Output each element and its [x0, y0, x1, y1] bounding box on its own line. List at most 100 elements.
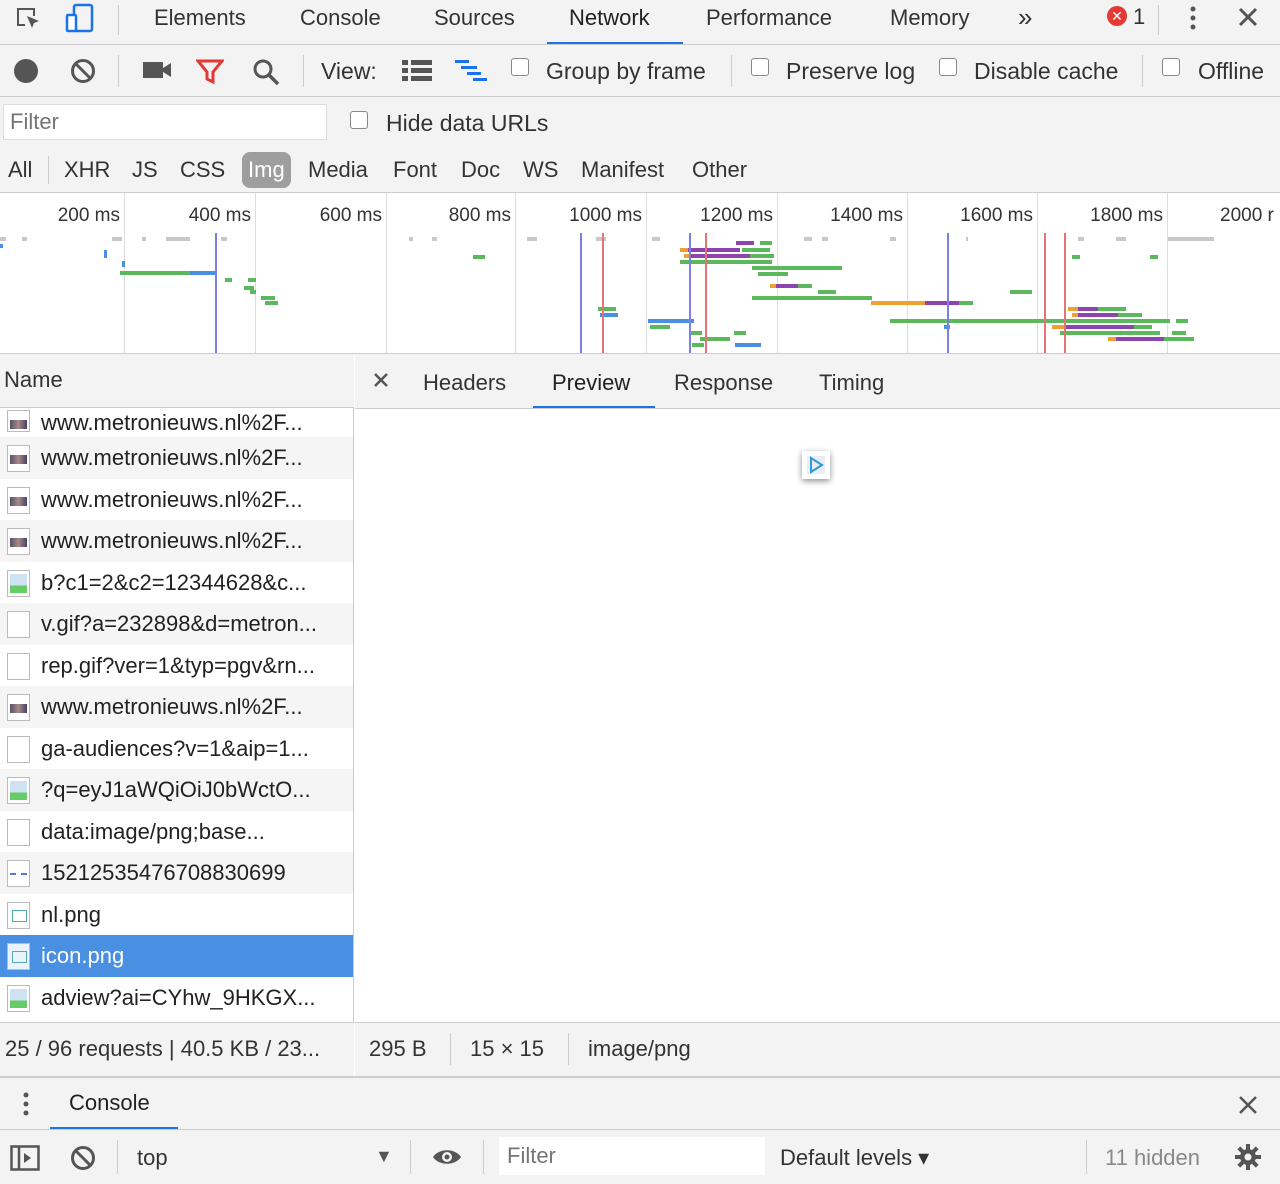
hide-data-urls-label[interactable]: Hide data URLs: [386, 110, 548, 137]
photo-thumb-icon: [7, 528, 30, 555]
request-name: www.metronieuws.nl%2F...: [41, 410, 303, 435]
tab-network[interactable]: Network: [569, 0, 650, 45]
drawer-active-tab-indicator: [50, 1127, 178, 1129]
live-expression-eye-icon[interactable]: [431, 1147, 463, 1167]
group-by-frame-label[interactable]: Group by frame: [546, 58, 706, 85]
offline-checkbox[interactable]: [1162, 58, 1180, 76]
filter-funnel-icon[interactable]: [196, 59, 224, 85]
request-name: v.gif?a=232898&d=metron...: [41, 611, 318, 636]
preserve-log-label[interactable]: Preserve log: [786, 58, 915, 85]
tab-response[interactable]: Response: [674, 354, 773, 409]
error-icon[interactable]: ✕: [1107, 6, 1127, 26]
drawer-tab-console[interactable]: Console: [69, 1090, 150, 1116]
tab-preview[interactable]: Preview: [552, 354, 630, 409]
tab-headers[interactable]: Headers: [423, 354, 506, 409]
preserve-log-checkbox[interactable]: [751, 58, 769, 76]
type-filter-css[interactable]: CSS: [180, 152, 225, 188]
device-toolbar-icon[interactable]: [64, 3, 96, 35]
list-item[interactable]: data:image/png;base...: [0, 811, 353, 853]
type-filter-img[interactable]: Img: [242, 152, 291, 188]
type-filter-other[interactable]: Other: [692, 152, 747, 188]
request-name: ?q=eyJ1aWQiOiJ0bWctO...: [41, 777, 311, 802]
type-filter-xhr[interactable]: XHR: [64, 152, 110, 188]
request-name: icon.png: [41, 943, 125, 968]
list-item[interactable]: www.metronieuws.nl%2F...: [0, 520, 353, 562]
search-icon[interactable]: [252, 58, 280, 86]
list-item[interactable]: b?c1=2&c2=12344628&c...: [0, 562, 353, 604]
screenshot-camera-icon[interactable]: [142, 60, 172, 80]
type-filter-js[interactable]: JS: [132, 152, 158, 188]
more-options-icon[interactable]: [1183, 4, 1203, 32]
drawer-menu-icon[interactable]: [18, 1090, 34, 1118]
preview-info-bar: 295 B 15 × 15 image/png: [355, 1022, 1280, 1076]
log-levels-dropdown[interactable]: Default levels ▾: [780, 1145, 929, 1171]
hide-data-urls-checkbox[interactable]: [350, 111, 368, 129]
list-item[interactable]: rep.gif?ver=1&typ=pgv&rn...: [0, 645, 353, 687]
image-placeholder-icon: [7, 984, 30, 1012]
tab-performance[interactable]: Performance: [706, 0, 832, 45]
error-count[interactable]: 1: [1133, 4, 1145, 30]
list-item[interactable]: nl.png: [0, 894, 353, 936]
disable-cache-label[interactable]: Disable cache: [974, 58, 1118, 85]
tab-timing[interactable]: Timing: [819, 354, 884, 409]
network-filter-input[interactable]: [3, 104, 327, 140]
image-placeholder-icon: [7, 569, 30, 597]
disable-cache-checkbox[interactable]: [939, 58, 957, 76]
image-preview: [802, 451, 830, 479]
type-filter-manifest[interactable]: Manifest: [581, 152, 664, 188]
tab-console[interactable]: Console: [300, 0, 381, 45]
list-item[interactable]: www.metronieuws.nl%2F...: [0, 686, 353, 728]
request-name: www.metronieuws.nl%2F...: [41, 445, 303, 470]
request-name: ga-audiences?v=1&aip=1...: [41, 735, 309, 761]
clear-icon[interactable]: [70, 58, 96, 84]
list-item[interactable]: www.metronieuws.nl%2F...: [0, 437, 353, 479]
tab-elements[interactable]: Elements: [154, 0, 246, 45]
context-selector[interactable]: top: [137, 1145, 168, 1171]
type-filter-font[interactable]: Font: [393, 152, 437, 188]
record-icon[interactable]: [14, 59, 38, 83]
play-logo-icon: [807, 456, 825, 474]
blank-file-icon: [7, 611, 30, 638]
list-item[interactable]: ga-audiences?v=1&aip=1...: [0, 728, 353, 770]
list-item[interactable]: www.metronieuws.nl%2F...: [0, 408, 353, 437]
list-item[interactable]: 15212535476708830699: [0, 852, 353, 894]
list-item[interactable]: www.metronieuws.nl%2F...: [0, 479, 353, 521]
type-filter-all[interactable]: All: [8, 152, 32, 188]
dom-content-loaded-line: [580, 233, 582, 353]
active-tab-indicator: [547, 42, 683, 44]
close-detail-icon[interactable]: [374, 373, 388, 387]
context-dropdown-icon[interactable]: ▼: [375, 1146, 393, 1167]
request-name: www.metronieuws.nl%2F...: [41, 694, 303, 719]
type-filter-media[interactable]: Media: [308, 152, 368, 188]
offline-label[interactable]: Offline: [1198, 58, 1264, 85]
tab-sources[interactable]: Sources: [434, 0, 515, 45]
inspect-element-icon[interactable]: [14, 5, 44, 35]
image-placeholder-icon: [7, 777, 30, 804]
large-rows-icon[interactable]: [402, 60, 432, 82]
tab-memory[interactable]: Memory: [890, 0, 969, 45]
request-name: www.metronieuws.nl%2F...: [41, 486, 303, 512]
tick-label-800ms: 800 ms: [448, 205, 511, 226]
type-filter-ws[interactable]: WS: [523, 152, 558, 188]
list-item-selected[interactable]: icon.png: [0, 935, 353, 977]
waterfall-overview-icon[interactable]: [455, 60, 489, 82]
logo-thumb-icon: [7, 943, 30, 970]
group-by-frame-checkbox[interactable]: [511, 58, 529, 76]
photo-thumb-icon: [7, 486, 30, 514]
name-column-header[interactable]: Name: [0, 354, 354, 408]
list-item[interactable]: adview?ai=CYhw_9HKGX...: [0, 977, 353, 1019]
list-item[interactable]: v.gif?a=232898&d=metron...: [0, 603, 353, 645]
more-tabs-button[interactable]: »: [1018, 0, 1032, 45]
console-settings-gear-icon[interactable]: [1234, 1143, 1262, 1171]
tick-label-1800ms: 1800 ms: [1090, 205, 1163, 226]
image-dimensions: 15 × 15: [470, 1036, 545, 1061]
clear-console-icon[interactable]: [70, 1145, 96, 1171]
close-devtools-icon[interactable]: [1237, 6, 1259, 28]
list-item[interactable]: ?q=eyJ1aWQiOiJ0bWctO...: [0, 769, 353, 811]
close-drawer-icon[interactable]: [1238, 1095, 1258, 1115]
console-filter-input[interactable]: [499, 1137, 765, 1175]
type-filter-doc[interactable]: Doc: [461, 152, 500, 188]
console-sidebar-icon[interactable]: [10, 1145, 40, 1171]
request-name: rep.gif?ver=1&typ=pgv&rn...: [41, 652, 315, 678]
network-overview-timeline[interactable]: 200 ms 400 ms 600 ms 800 ms 1000 ms 1200…: [0, 193, 1280, 354]
